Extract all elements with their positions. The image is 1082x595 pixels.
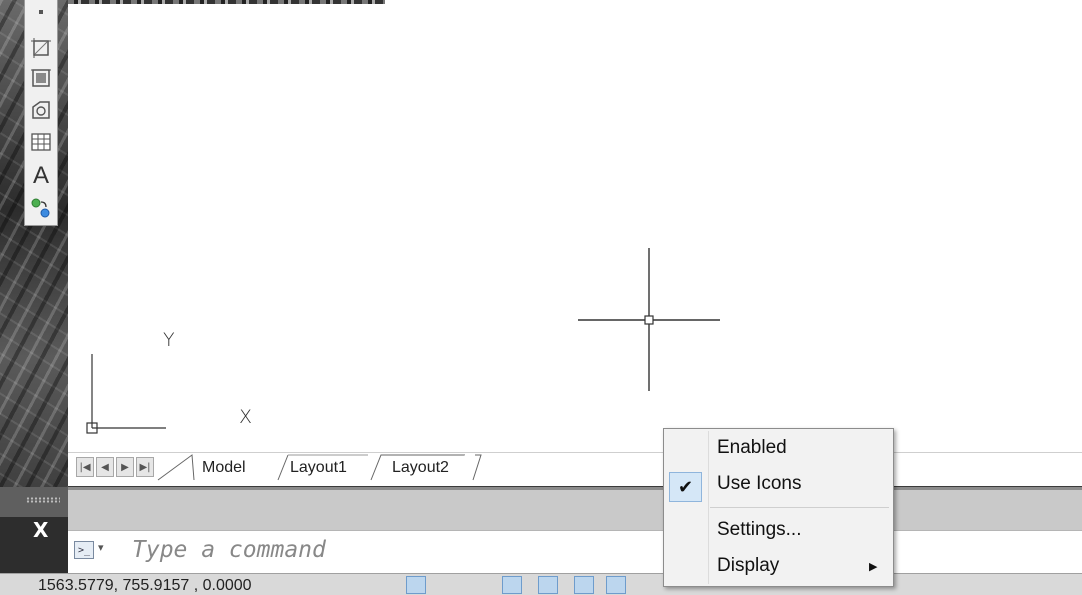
ortho-mode-icon[interactable] xyxy=(430,576,450,594)
dynamic-input-icon[interactable] xyxy=(638,576,658,594)
canvas-graphics xyxy=(86,248,720,434)
wipeout-icon[interactable] xyxy=(29,66,53,90)
menu-item-use-icons[interactable]: Use Icons xyxy=(664,467,893,501)
polar-tracking-icon[interactable] xyxy=(470,576,490,594)
menu-item-display[interactable]: Display ▶ xyxy=(664,549,893,583)
menu-item-label: Enabled xyxy=(717,437,787,458)
menu-item-label: Settings... xyxy=(717,519,802,540)
command-line[interactable]: >_ ▾ Type a command xyxy=(68,530,1082,574)
ucs-icon xyxy=(86,354,166,434)
table-icon[interactable] xyxy=(29,130,53,154)
snap-mode-icon[interactable] xyxy=(378,576,398,594)
menu-item-label: Use Icons xyxy=(717,473,802,494)
submenu-arrow-icon: ▶ xyxy=(869,560,878,573)
command-prompt-icon[interactable]: >_ xyxy=(74,541,94,559)
text-glyph: A xyxy=(32,162,49,189)
add-selected-icon[interactable] xyxy=(29,196,53,220)
crosshair-cursor xyxy=(578,248,720,391)
revision-cloud-icon[interactable] xyxy=(29,98,53,122)
3d-object-snap-icon[interactable] xyxy=(538,576,558,594)
tab-layout1[interactable]: Layout1 xyxy=(290,456,347,480)
text-icon[interactable]: A xyxy=(29,164,53,188)
infer-constraints-icon[interactable] xyxy=(344,576,364,594)
ucs-y-label: Y xyxy=(163,329,175,351)
close-icon[interactable]: X xyxy=(33,518,48,542)
tab-layout2[interactable]: Layout2 xyxy=(392,456,449,480)
layout-tab-bar: |◀ ◀ ▶ ▶| Model Layout1 Layout2 xyxy=(68,452,1082,486)
menu-separator xyxy=(710,507,889,508)
menu-item-settings[interactable]: Settings... xyxy=(664,513,893,547)
object-snap-icon[interactable] xyxy=(502,576,522,594)
dynamic-ucs-icon[interactable] xyxy=(606,576,626,594)
drawing-canvas[interactable]: Y X xyxy=(68,4,1082,452)
object-snap-tracking-icon[interactable] xyxy=(574,576,594,594)
region-icon[interactable] xyxy=(29,36,53,60)
command-history-area xyxy=(68,487,1082,530)
tab-model[interactable]: Model xyxy=(202,456,246,480)
status-bar: 1563.5779, 755.9157 , 0.0000 xyxy=(0,573,1082,595)
ucs-x-label: X xyxy=(239,406,253,428)
point-icon[interactable] xyxy=(29,4,53,20)
coordinate-readout[interactable]: 1563.5779, 755.9157 , 0.0000 xyxy=(38,577,252,595)
grid-display-icon[interactable] xyxy=(406,576,426,594)
chevron-down-icon[interactable]: ▾ xyxy=(98,541,104,554)
gripper-dots xyxy=(26,497,60,503)
menu-item-enabled[interactable]: Enabled xyxy=(664,431,893,465)
command-window-gripper[interactable] xyxy=(0,487,68,517)
draw-toolbar: A xyxy=(24,0,58,226)
menu-item-label: Display xyxy=(717,555,780,576)
context-menu: Enabled ✔ Use Icons Settings... Display … xyxy=(663,428,894,587)
command-input[interactable]: Type a command xyxy=(132,537,326,563)
